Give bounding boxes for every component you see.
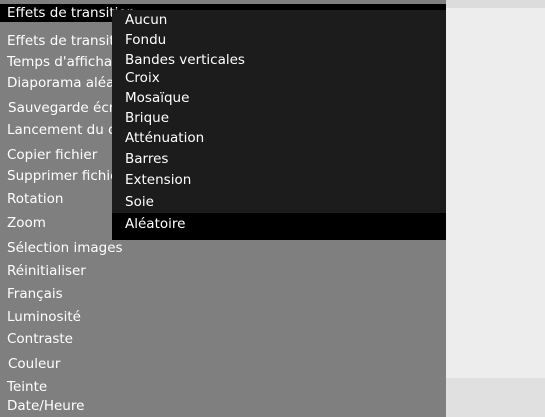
main-menu-item-label: Copier fichier [7, 147, 98, 163]
right-panel-top-strip [446, 0, 545, 8]
submenu-item-label: Aléatoire [125, 216, 186, 232]
main-menu-item-label: Couleur [8, 356, 61, 372]
main-menu-item-brightness[interactable]: Luminosité [0, 308, 446, 326]
main-menu-item-label: Luminosité [7, 309, 81, 325]
main-menu-item-label: Rotation [7, 191, 64, 207]
main-menu-item-label: Supprimer fichier [7, 168, 124, 184]
main-menu-item-reset[interactable]: Réinitialiser [0, 262, 446, 280]
main-menu-item-label: Contraste [7, 331, 73, 347]
submenu-item-bars[interactable]: Barres [112, 149, 446, 169]
submenu-item-brick[interactable]: Brique [112, 108, 446, 128]
main-menu-item-label: Réinitialiser [7, 263, 86, 279]
main-menu-item-label: Sélection images [7, 240, 123, 256]
right-panel-bottom-strip [446, 378, 545, 417]
main-menu-item-label: Zoom [7, 215, 46, 231]
main-menu-item-color[interactable]: Couleur [0, 355, 446, 373]
submenu-item-cross[interactable]: Croix [112, 68, 446, 88]
submenu-item-random[interactable]: Aléatoire [112, 214, 446, 234]
submenu-item-label: Aucun [125, 12, 168, 28]
submenu-item-label: Fondu [125, 32, 167, 48]
submenu-item-extension[interactable]: Extension [112, 170, 446, 190]
main-menu-item-tint[interactable]: Teinte [0, 378, 446, 396]
submenu-item-label: Mosaïque [125, 90, 190, 106]
submenu-item-label: Brique [125, 110, 169, 126]
submenu-item-none[interactable]: Aucun [112, 10, 446, 30]
submenu-item-label: Bandes verticales [125, 52, 245, 68]
right-panel [446, 0, 545, 417]
submenu-item-attenuation[interactable]: Atténuation [112, 128, 446, 148]
main-menu-item-image-selection[interactable]: Sélection images [0, 239, 446, 257]
submenu-item-label: Croix [125, 70, 160, 86]
submenu-item-label: Atténuation [125, 130, 205, 146]
main-menu-item-label: Temps d'affichage [7, 54, 130, 70]
main-menu-item-language[interactable]: Français [0, 285, 446, 303]
transition-effects-submenu: Aucun Fondu Bandes verticales Croix Mosa… [112, 10, 446, 240]
main-menu-item-label: Date/Heure [7, 398, 85, 414]
submenu-item-silk[interactable]: Soie [112, 192, 446, 212]
main-menu-item-label: Français [7, 286, 63, 302]
submenu-item-fade[interactable]: Fondu [112, 30, 446, 50]
submenu-item-label: Soie [125, 194, 154, 210]
submenu-item-label: Extension [125, 172, 192, 188]
main-menu-item-date-time[interactable]: Date/Heure [0, 397, 446, 415]
main-menu-item-label: Teinte [7, 379, 48, 395]
main-menu-item-contrast[interactable]: Contraste [0, 330, 446, 348]
submenu-item-mosaic[interactable]: Mosaïque [112, 88, 446, 108]
submenu-item-label: Barres [125, 151, 169, 167]
submenu-item-vertical-bands[interactable]: Bandes verticales [112, 50, 446, 70]
